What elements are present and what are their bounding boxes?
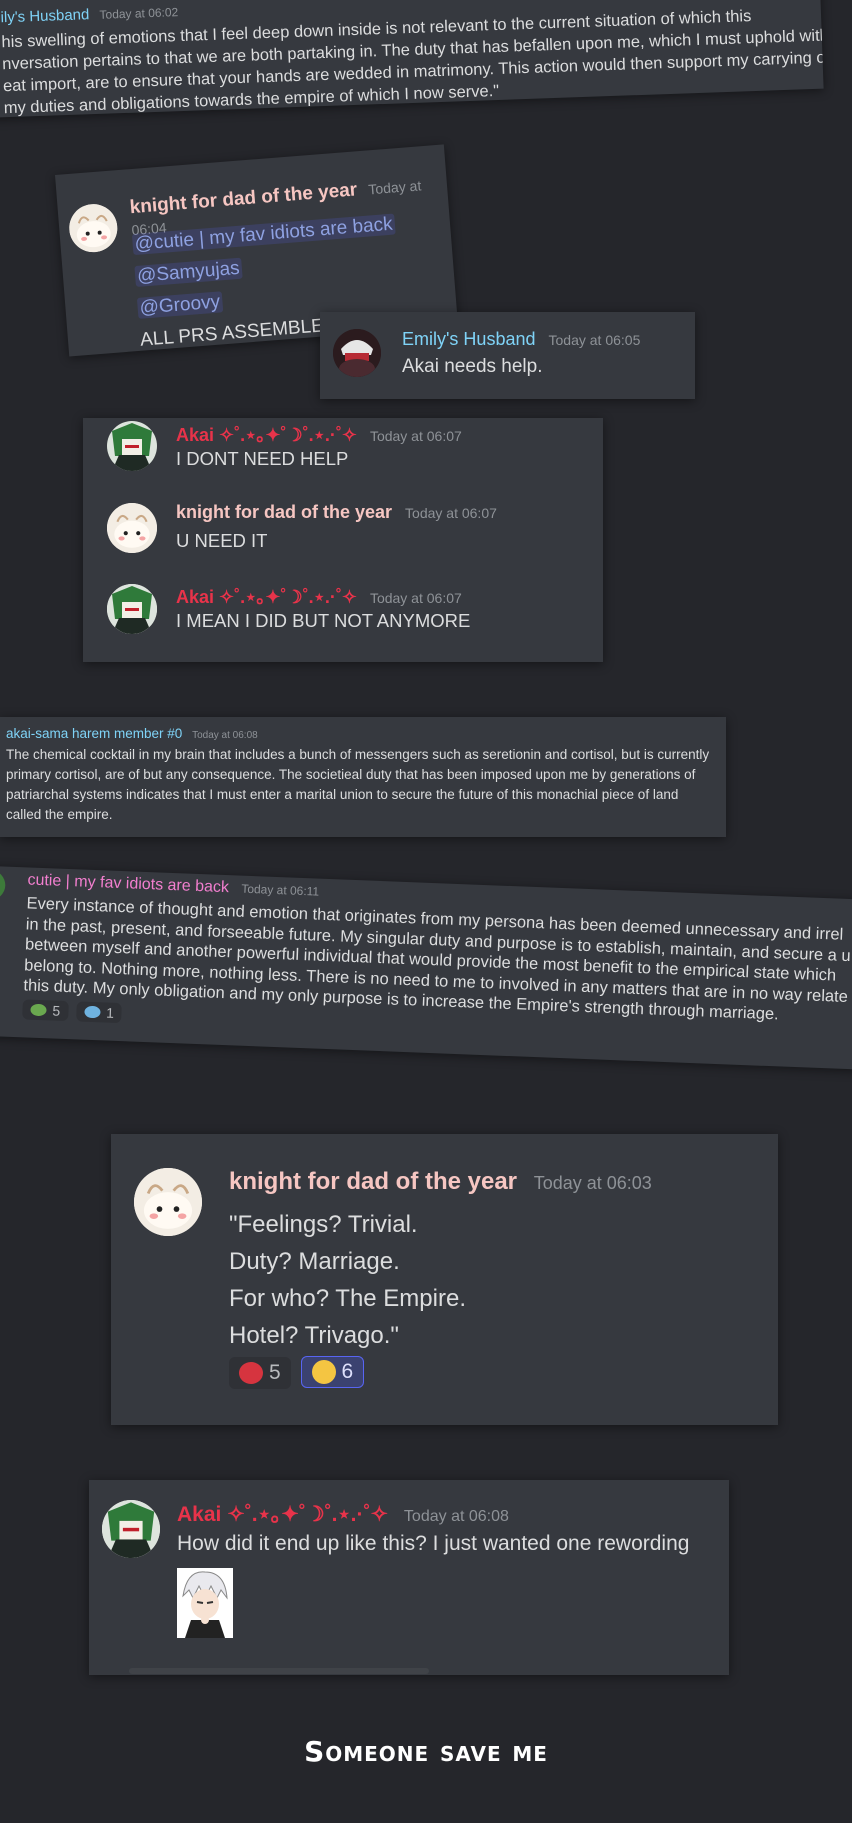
message-card-6: cutie | my fav idiots are back Today at … (0, 866, 852, 1071)
crying-emoji-icon (311, 1360, 336, 1384)
cutie-avatar[interactable] (0, 869, 6, 901)
message-body: The chemical cocktail in my brain that i… (6, 747, 710, 822)
reaction[interactable]: 5 (229, 1357, 291, 1389)
author-name[interactable]: ily's Husband (0, 6, 89, 26)
heart-emoji-icon (239, 1362, 263, 1384)
akai-avatar[interactable] (107, 421, 157, 471)
message-card-1: ily's Husband Today at 06:02 his swellin… (0, 0, 824, 118)
message-text: I DONT NEED HELP (176, 448, 349, 469)
message-card-8: Akai ✧˚.⋆｡✦˚☽˚.⋆.·˚✧ Today at 06:08 How … (89, 1480, 729, 1675)
masked-character-avatar-icon (333, 329, 381, 377)
knight-avatar[interactable] (107, 503, 157, 553)
timestamp: Today at 06:07 (369, 590, 462, 606)
author-name[interactable]: Akai ✧˚.⋆｡✦˚☽˚.⋆.·˚✧ (176, 425, 357, 445)
author-name[interactable]: Akai ✧˚.⋆｡✦˚☽˚.⋆.·˚✧ (177, 1503, 388, 1526)
partial-next-message (129, 1668, 429, 1674)
knight-avatar[interactable] (67, 202, 120, 254)
caption-text: Someone save me (304, 1735, 548, 1768)
message-card-7: knight for dad of the year Today at 06:0… (111, 1134, 778, 1425)
sticker-image[interactable] (177, 1568, 233, 1638)
author-name[interactable]: cutie | my fav idiots are back (27, 871, 229, 896)
message-text: How did it end up like this? I just want… (177, 1532, 690, 1555)
message-text: U NEED IT (176, 530, 268, 551)
timestamp: Today at 06:03 (533, 1173, 652, 1193)
emily-husband-avatar[interactable] (333, 329, 381, 377)
author-name[interactable]: knight for dad of the year (129, 179, 358, 218)
timestamp: Today at 06:11 (241, 881, 320, 899)
mention-link[interactable]: @Groovy (136, 291, 223, 319)
reaction[interactable]: 6 (300, 1356, 365, 1388)
author-name[interactable]: knight for dad of the year (176, 502, 392, 522)
author-name[interactable]: Emily's Husband (402, 329, 536, 349)
akai-character-icon (107, 584, 157, 634)
akai-avatar[interactable] (107, 584, 157, 634)
message-text: I MEAN I DID BUT NOT ANYMORE (176, 610, 471, 631)
cat-avatar-icon (134, 1168, 202, 1236)
message-text: Akai needs help. (402, 356, 543, 377)
reaction[interactable]: 1 (75, 1001, 123, 1024)
knight-avatar[interactable] (134, 1168, 202, 1236)
timestamp: Today at 06:08 (403, 1508, 509, 1525)
author-name[interactable]: Akai ✧˚.⋆｡✦˚☽˚.⋆.·˚✧ (176, 587, 357, 607)
timestamp: Today at 06:08 (192, 730, 258, 741)
timestamp: Today at 06:07 (369, 428, 462, 444)
akai-character-icon (107, 421, 157, 471)
message-body: "Feelings? Trivial. Duty? Marriage. For … (229, 1211, 466, 1349)
message-card-5: akai-sama harem member #0 Today at 06:08… (0, 717, 726, 837)
akai-character-icon (102, 1500, 160, 1558)
message-card-3: Emily's Husband Today at 06:05 Akai need… (320, 312, 695, 399)
fish-emoji-icon (83, 1005, 101, 1019)
message-card-4: Akai ✧˚.⋆｡✦˚☽˚.⋆.·˚✧ Today at 06:07 I DO… (83, 418, 603, 662)
cat-avatar-icon (107, 503, 157, 553)
message-body: Every instance of thought and emotion th… (23, 894, 852, 1024)
reaction-bar: 5 6 (229, 1356, 368, 1390)
frog-emoji-icon (30, 1003, 47, 1017)
cat-avatar-icon (67, 202, 120, 254)
author-name[interactable]: akai-sama harem member #0 (6, 726, 182, 741)
timestamp: Today at 06:05 (548, 332, 641, 348)
mention-link[interactable]: @Samyujas (134, 257, 243, 287)
reaction[interactable]: 5 (22, 999, 69, 1022)
reaction-bar: 5 1 (22, 999, 126, 1024)
timestamp: Today at 06:02 (99, 5, 179, 22)
author-name[interactable]: knight for dad of the year (229, 1168, 517, 1195)
white-haired-character-sticker-icon (177, 1568, 233, 1638)
akai-avatar[interactable] (102, 1500, 160, 1558)
timestamp: Today at 06:07 (405, 505, 497, 521)
